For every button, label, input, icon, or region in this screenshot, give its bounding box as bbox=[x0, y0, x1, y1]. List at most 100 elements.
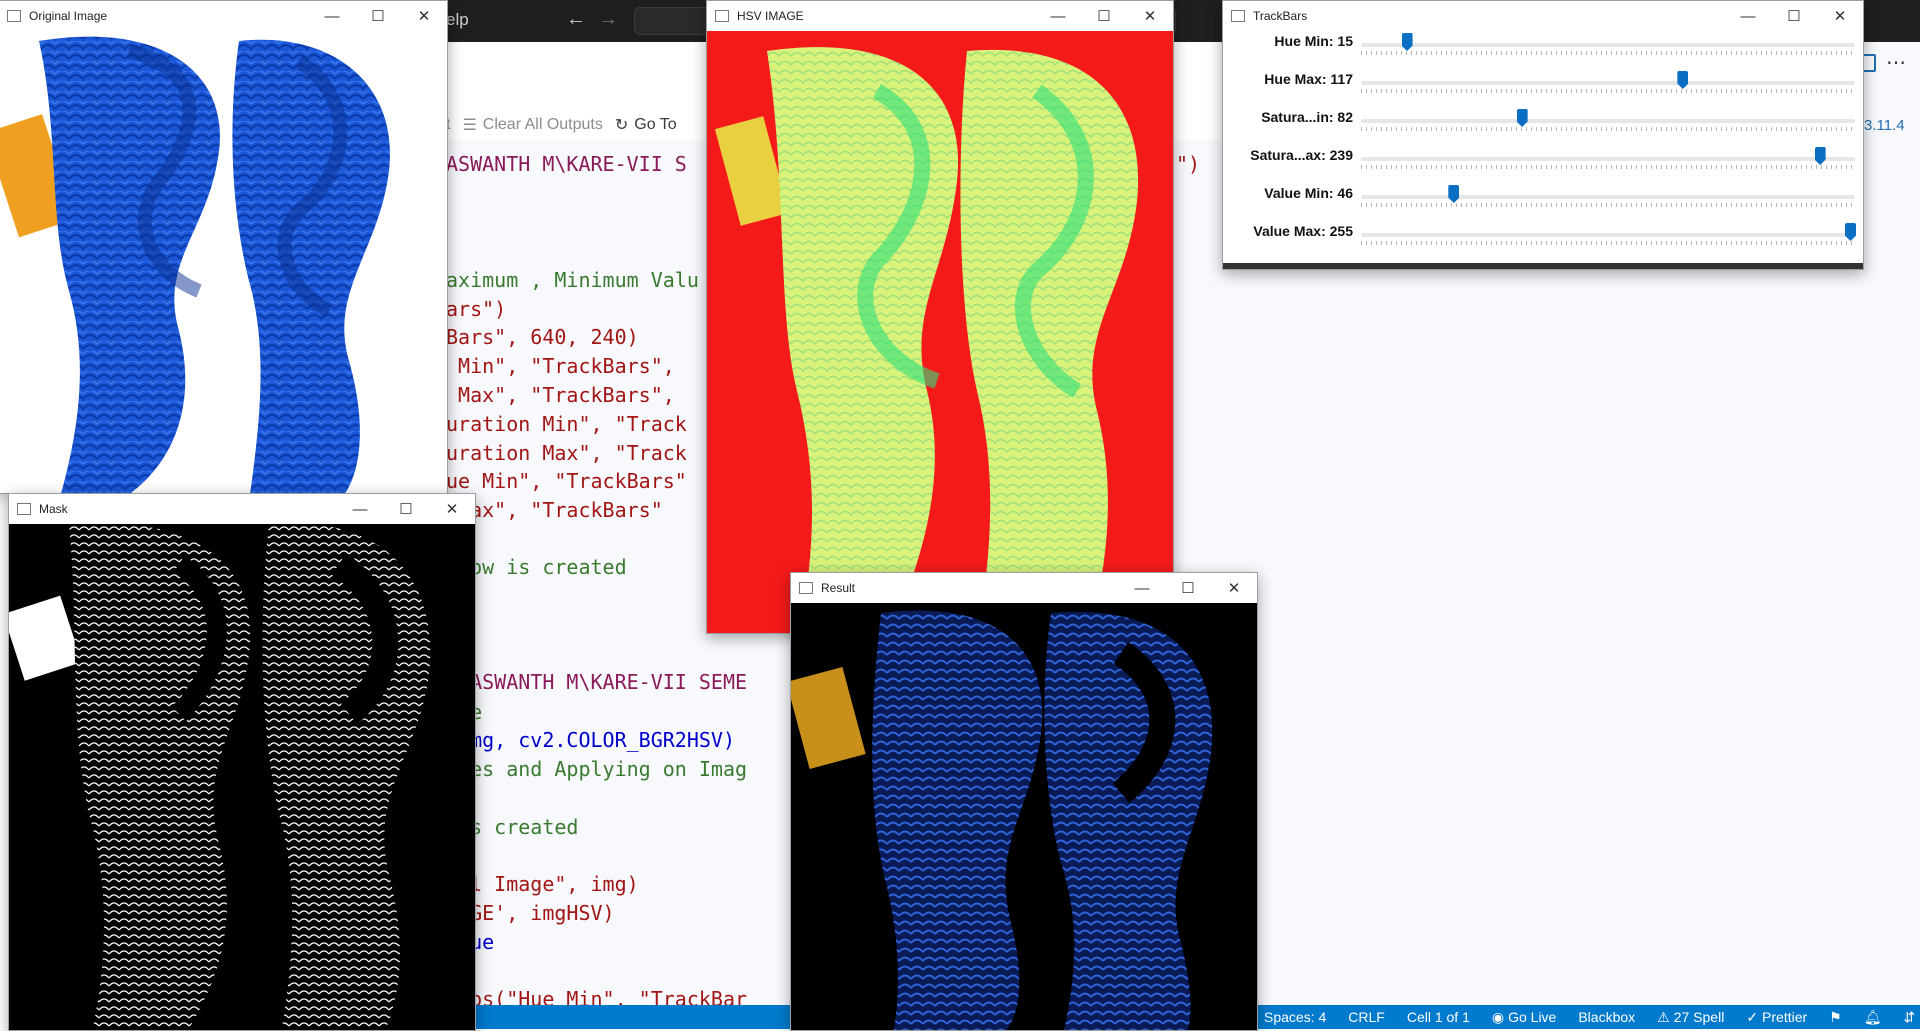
code-line[interactable]: Max", "TrackBars" bbox=[446, 498, 663, 522]
trackbar-ticks bbox=[1361, 241, 1855, 245]
status-blackbox[interactable]: Blackbox bbox=[1578, 1009, 1635, 1025]
trackbar-row: Value Min: 46 bbox=[1223, 183, 1863, 221]
window-titlebar[interactable]: HSV IMAGE — ☐ ✕ bbox=[707, 1, 1173, 31]
yarn-image-mask bbox=[9, 522, 431, 1030]
close-icon[interactable]: ✕ bbox=[1211, 573, 1257, 603]
close-icon[interactable]: ✕ bbox=[1127, 1, 1173, 31]
maximize-icon[interactable]: ☐ bbox=[355, 1, 401, 31]
trackbar-track[interactable] bbox=[1361, 233, 1855, 237]
trackbar-label: Value Min: 46 bbox=[1264, 185, 1353, 201]
minimize-icon[interactable]: — bbox=[309, 1, 355, 31]
status-spaces[interactable]: Spaces: 4 bbox=[1264, 1009, 1326, 1025]
window-titlebar[interactable]: Result — ☐ ✕ bbox=[791, 573, 1257, 603]
spell-label: 27 Spell bbox=[1673, 1009, 1725, 1025]
trackbar-row: Satura...ax: 239 bbox=[1223, 145, 1863, 183]
status-eol[interactable]: CRLF bbox=[1348, 1009, 1385, 1025]
clear-outputs-button[interactable]: ☰ Clear All Outputs bbox=[462, 115, 602, 135]
result-window[interactable]: Result — ☐ ✕ bbox=[790, 572, 1258, 1031]
window-title: Mask bbox=[39, 502, 68, 516]
code-line[interactable]: ASWANTH M\KARE-VII S bbox=[446, 152, 687, 176]
close-icon[interactable]: ✕ bbox=[1817, 1, 1863, 31]
code-line[interactable]: ue Min", "TrackBars" bbox=[446, 469, 687, 493]
minimize-icon[interactable]: — bbox=[337, 494, 383, 524]
code-line[interactable]: \YASWANTH M\KARE-VII SEME bbox=[446, 670, 747, 694]
trackbar-thumb[interactable] bbox=[1814, 147, 1826, 165]
trackbar-thumb[interactable] bbox=[1845, 223, 1856, 241]
trackbar-ticks bbox=[1361, 51, 1855, 55]
code-line[interactable]: Max", "TrackBars", bbox=[446, 383, 687, 407]
trackbar-track[interactable] bbox=[1361, 195, 1855, 199]
broadcast-icon: ◉ bbox=[1491, 1008, 1505, 1025]
code-line[interactable]: ") bbox=[1176, 152, 1200, 176]
code-line[interactable]: ars") bbox=[446, 297, 506, 321]
clear-list-icon: ☰ bbox=[462, 117, 477, 134]
code-line[interactable]: lues and Applying on Imag bbox=[446, 757, 747, 781]
feedback-icon[interactable]: ⚑ bbox=[1829, 1009, 1842, 1026]
trackbar-ticks bbox=[1361, 127, 1855, 131]
minimize-icon[interactable]: — bbox=[1035, 1, 1081, 31]
warning-icon: ⚠ bbox=[1657, 1008, 1670, 1025]
status-prettier[interactable]: ✓ Prettier bbox=[1746, 1009, 1807, 1026]
trackbar-ticks bbox=[1361, 89, 1855, 93]
trackbar-thumb[interactable] bbox=[1401, 33, 1413, 51]
forward-arrow-icon[interactable]: → bbox=[598, 8, 618, 31]
status-golive[interactable]: ◉ Go Live bbox=[1492, 1009, 1556, 1026]
window-app-icon bbox=[715, 10, 729, 22]
trackbars-panel: Hue Min: 15 Hue Max: 117 Satura...in: 82 Sa… bbox=[1223, 31, 1863, 269]
mask-window[interactable]: Mask — ☐ ✕ bbox=[8, 493, 476, 1031]
trackbar-label: Satura...in: 82 bbox=[1261, 109, 1353, 125]
window-titlebar[interactable]: Original Image — ☐ ✕ bbox=[0, 1, 447, 31]
minimize-icon[interactable]: — bbox=[1119, 573, 1165, 603]
window-titlebar[interactable]: TrackBars — ☐ ✕ bbox=[1223, 1, 1863, 31]
back-arrow-icon[interactable]: ← bbox=[566, 8, 586, 31]
original-image-canvas bbox=[0, 31, 447, 493]
trackbar-track[interactable] bbox=[1361, 157, 1855, 161]
trackbar-row: Value Max: 255 bbox=[1223, 221, 1863, 259]
trackbar-row: Satura...in: 82 bbox=[1223, 107, 1863, 145]
trackbars-window[interactable]: TrackBars — ☐ ✕ Hue Min: 15 Hue Max: 117 S… bbox=[1222, 0, 1864, 270]
status-cell[interactable]: Cell 1 of 1 bbox=[1407, 1009, 1470, 1025]
code-line[interactable]: aximum , Minimum Valu bbox=[446, 268, 699, 292]
yarn-label-tag bbox=[791, 667, 866, 769]
trackbar-thumb[interactable] bbox=[1448, 185, 1460, 203]
trackbar-ticks bbox=[1361, 203, 1855, 207]
refresh-icon: ↻ bbox=[614, 117, 629, 134]
trackbar-thumb[interactable] bbox=[1677, 71, 1689, 89]
double-check-icon: ✓ bbox=[1746, 1008, 1759, 1025]
kernel-version[interactable]: 3.11.4 bbox=[1864, 117, 1905, 134]
maximize-icon[interactable]: ☐ bbox=[383, 494, 429, 524]
notifications-icon[interactable]: 🔔︎ bbox=[1864, 1009, 1882, 1026]
trackbar-track[interactable] bbox=[1361, 81, 1855, 85]
trackbar-label: Satura...ax: 239 bbox=[1250, 147, 1353, 163]
window-titlebar[interactable]: Mask — ☐ ✕ bbox=[9, 494, 475, 524]
code-line[interactable]: Min", "TrackBars", bbox=[446, 354, 687, 378]
status-more-icon[interactable]: ⇵ bbox=[1904, 1009, 1916, 1026]
trackbar-label: Hue Min: 15 bbox=[1274, 33, 1353, 49]
maximize-icon[interactable]: ☐ bbox=[1771, 1, 1817, 31]
hsv-image-window[interactable]: HSV IMAGE — ☐ ✕ bbox=[706, 0, 1174, 634]
more-actions-icon[interactable]: ⋯ bbox=[1886, 50, 1906, 75]
trackbar-label: Hue Max: 117 bbox=[1264, 71, 1353, 87]
status-spell[interactable]: ⚠ 27 Spell bbox=[1657, 1009, 1724, 1026]
maximize-icon[interactable]: ☐ bbox=[1081, 1, 1127, 31]
code-line[interactable]: (img, cv2.COLOR_BGR2HSV) bbox=[446, 728, 735, 752]
original-image-window[interactable]: Original Image — ☐ ✕ bbox=[0, 0, 448, 494]
prettier-label: Prettier bbox=[1762, 1009, 1808, 1025]
maximize-icon[interactable]: ☐ bbox=[1165, 573, 1211, 603]
minimize-icon[interactable]: — bbox=[1725, 1, 1771, 31]
menu-help[interactable]: elp bbox=[446, 10, 469, 30]
trackbar-thumb[interactable] bbox=[1516, 109, 1528, 127]
yarn-image-original bbox=[0, 36, 390, 493]
code-line[interactable]: Bars", 640, 240) bbox=[446, 325, 639, 349]
yarn-image-result bbox=[791, 610, 1213, 1030]
code-line[interactable]: uration Min", "Track bbox=[446, 412, 687, 436]
code-line[interactable]: uration Max", "Track bbox=[446, 441, 687, 465]
trackbar-track[interactable] bbox=[1361, 119, 1855, 123]
close-icon[interactable]: ✕ bbox=[429, 494, 475, 524]
window-app-icon bbox=[1231, 10, 1245, 22]
trackbar-track[interactable] bbox=[1361, 43, 1855, 47]
window-title: TrackBars bbox=[1253, 9, 1308, 23]
trackbar-row: Hue Max: 117 bbox=[1223, 69, 1863, 107]
goto-button[interactable]: ↻ Go To bbox=[615, 115, 677, 135]
close-icon[interactable]: ✕ bbox=[401, 1, 447, 31]
